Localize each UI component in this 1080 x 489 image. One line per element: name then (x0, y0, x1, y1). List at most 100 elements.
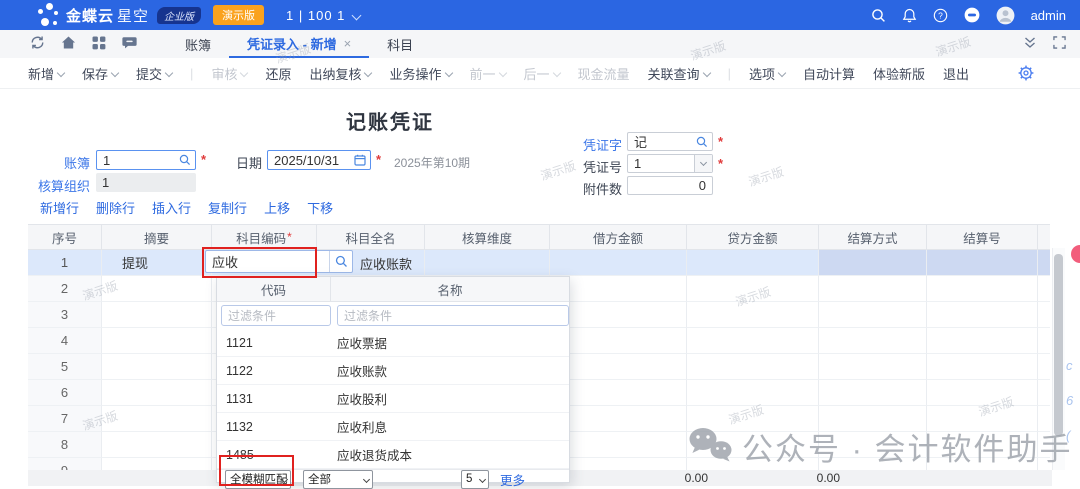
account-switcher[interactable]: 1 | 100 1 (286, 8, 345, 23)
account-option-row[interactable]: 1485 应收退货成本 (217, 441, 569, 469)
grid-cell[interactable] (1038, 406, 1050, 432)
grid-cell[interactable] (819, 432, 927, 458)
settle-no-cell[interactable] (927, 250, 1038, 276)
chevron-down-icon[interactable] (352, 10, 362, 20)
summary-cell[interactable]: 提现 (102, 250, 212, 276)
table-row-selected[interactable]: 1 提现 (28, 250, 1050, 276)
help-icon[interactable]: ? (933, 8, 948, 23)
grid-cell[interactable] (102, 276, 212, 302)
grid-cell[interactable] (687, 328, 819, 354)
toolbar-button-options[interactable]: 选项 (749, 64, 785, 83)
grid-cell[interactable] (102, 432, 212, 458)
ledger-input[interactable]: 1 (96, 150, 196, 170)
collapse-double-chevron-icon[interactable] (1023, 36, 1037, 53)
grid-cell[interactable] (1038, 354, 1050, 380)
grid-cell[interactable] (550, 380, 687, 406)
grid-cell[interactable] (927, 380, 1038, 406)
org-label[interactable]: 核算组织 (30, 176, 90, 195)
grid-cell[interactable] (1038, 432, 1050, 458)
account-lookup-icon[interactable] (329, 251, 352, 272)
grid-cell[interactable] (687, 432, 819, 458)
insert-row-link[interactable]: 插入行 (152, 198, 191, 217)
voucher-word-label[interactable]: 凭证字 (580, 135, 622, 154)
grid-cell[interactable] (819, 380, 927, 406)
grid-cell[interactable] (819, 406, 927, 432)
lookup-icon[interactable] (175, 154, 195, 166)
toolbar-button-new[interactable]: 新增 (28, 64, 64, 83)
grid-cell[interactable] (819, 302, 927, 328)
sync-icon[interactable] (30, 35, 45, 53)
account-option-row[interactable]: 1132 应收利息 (217, 413, 569, 441)
toolbar-button-try-new-version[interactable]: 体验新版 (873, 64, 925, 83)
toolbar-button-business-ops[interactable]: 业务操作 (389, 64, 451, 83)
grid-cell[interactable] (550, 302, 687, 328)
debit-cell[interactable] (550, 250, 687, 276)
date-input[interactable]: 2025/10/31 (267, 150, 371, 170)
grid-cell[interactable] (1038, 328, 1050, 354)
tab-voucher-entry-new[interactable]: 凭证录入 - 新增 × (229, 30, 369, 58)
attachment-input[interactable]: 0 (627, 176, 713, 195)
code-filter-input[interactable] (221, 305, 331, 326)
do-not-disturb-icon[interactable] (964, 7, 980, 23)
grid-cell[interactable] (927, 406, 1038, 432)
grid-cell[interactable] (687, 354, 819, 380)
username[interactable]: admin (1031, 8, 1066, 23)
copy-row-link[interactable]: 复制行 (208, 198, 247, 217)
grid-cell[interactable] (687, 302, 819, 328)
apps-grid-icon[interactable] (92, 36, 106, 53)
grid-cell[interactable] (819, 328, 927, 354)
grid-cell[interactable] (102, 380, 212, 406)
chevron-down-icon[interactable] (694, 155, 712, 172)
message-icon[interactable] (122, 35, 137, 53)
floating-badge[interactable] (1071, 245, 1080, 263)
toolbar-button-auto-calc[interactable]: 自动计算 (803, 64, 855, 83)
scrollbar-thumb[interactable] (1054, 254, 1063, 436)
grid-cell[interactable] (550, 354, 687, 380)
account-option-row[interactable]: 1131 应收股利 (217, 385, 569, 413)
grid-cell[interactable] (687, 380, 819, 406)
ledger-label[interactable]: 账簿 (40, 153, 90, 172)
grid-cell[interactable] (102, 302, 212, 328)
toolbar-button-cashier-review[interactable]: 出纳复核 (309, 64, 371, 83)
voucher-no-input[interactable]: 1 (627, 154, 713, 173)
account-option-row[interactable]: 1121 应收票据 (217, 329, 569, 357)
grid-cell[interactable] (1038, 276, 1050, 302)
grid-cell[interactable] (927, 432, 1038, 458)
grid-cell[interactable] (819, 276, 927, 302)
toolbar-button-save[interactable]: 保存 (82, 64, 118, 83)
account-code-editor[interactable]: 应收 (205, 250, 353, 273)
voucher-word-input[interactable]: 记 (627, 132, 713, 151)
grid-cell[interactable] (102, 354, 212, 380)
name-filter-input[interactable] (337, 305, 569, 326)
grid-cell[interactable] (819, 354, 927, 380)
toolbar-button-linked-query[interactable]: 关联查询 (648, 64, 710, 83)
delete-row-link[interactable]: 删除行 (96, 198, 135, 217)
grid-cell[interactable] (687, 276, 819, 302)
notification-bell-icon[interactable] (902, 8, 917, 23)
toolbar-button-exit[interactable]: 退出 (943, 64, 969, 83)
move-down-link[interactable]: 下移 (307, 198, 333, 217)
grid-cell[interactable] (550, 432, 687, 458)
add-row-link[interactable]: 新增行 (40, 198, 79, 217)
grid-cell[interactable] (550, 328, 687, 354)
grid-cell[interactable] (1038, 302, 1050, 328)
gear-icon[interactable] (1018, 65, 1034, 84)
toolbar-button-restore[interactable]: 还原 (265, 64, 291, 83)
move-up-link[interactable]: 上移 (264, 198, 290, 217)
fullscreen-icon[interactable] (1053, 36, 1066, 52)
grid-cell[interactable] (927, 302, 1038, 328)
home-icon[interactable] (61, 35, 76, 53)
grid-cell[interactable] (1038, 380, 1050, 406)
grid-cell[interactable] (927, 354, 1038, 380)
account-option-row[interactable]: 1122 应收账款 (217, 357, 569, 385)
grid-cell[interactable] (927, 328, 1038, 354)
lookup-icon[interactable] (692, 136, 712, 148)
grid-cell[interactable] (102, 406, 212, 432)
tab-ledger[interactable]: 账簿 (167, 30, 229, 58)
dimension-cell[interactable] (425, 250, 550, 276)
grid-cell[interactable] (927, 276, 1038, 302)
grid-cell[interactable] (550, 406, 687, 432)
settle-method-cell[interactable] (819, 250, 927, 276)
credit-cell[interactable] (687, 250, 819, 276)
tab-close-icon[interactable]: × (344, 36, 352, 51)
